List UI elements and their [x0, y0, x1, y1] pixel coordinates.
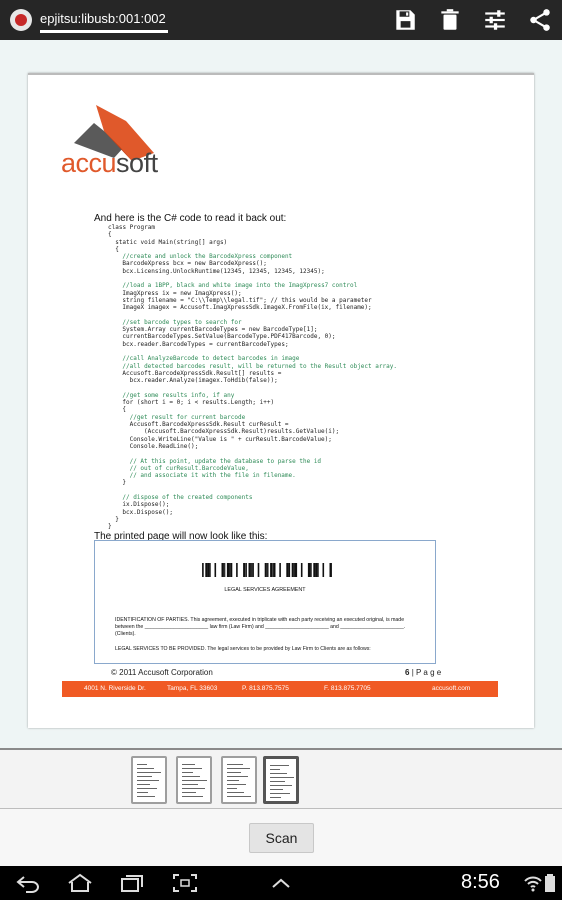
save-icon[interactable] — [392, 7, 418, 33]
scanner-title[interactable]: epjitsu:libusb:001:002 — [40, 11, 166, 26]
code-line: System.Array currentBarcodeTypes = new B… — [122, 326, 318, 334]
share-icon[interactable] — [527, 7, 553, 33]
code-line: // dispose of the created components — [122, 493, 253, 501]
code-line: { — [115, 245, 119, 253]
footer-web: accusoft.com — [432, 685, 471, 692]
code-line: //get result for current barcode — [129, 413, 246, 421]
pdf417-barcode — [202, 563, 332, 577]
title-underline — [40, 30, 168, 33]
intro-text: And here is the C# code to read it back … — [94, 213, 287, 224]
action-bar: epjitsu:libusb:001:002 — [0, 0, 562, 40]
code-line: static void Main(string[] args) — [115, 238, 228, 246]
agreement-title: LEGAL SERVICES AGREEMENT — [224, 587, 306, 593]
app-logo-icon[interactable] — [10, 9, 32, 31]
footer-city: Tampa, FL 33603 — [167, 685, 218, 692]
page-number: 6 | P a g e — [405, 668, 442, 677]
footer-fax: F. 813.875.7705 — [324, 685, 371, 692]
battery-icon — [545, 874, 555, 892]
code-line: ImagXpress ix = new ImagXpress(); — [122, 289, 242, 297]
code-line: } — [122, 479, 127, 487]
code-line: } — [108, 523, 112, 531]
code-line: bcx.Dispose(); — [122, 508, 173, 516]
copyright: © 2011 Accusoft Corporation — [111, 668, 213, 677]
code-line: // and associate it with the file in fil… — [129, 472, 296, 480]
delete-icon[interactable] — [437, 7, 463, 33]
code-line: bcx.reader.Analyze(imagex.ToHdib(false))… — [129, 377, 278, 385]
status-clock: 8:56 — [461, 871, 500, 893]
code-line: BarcodeXpress bcx = new BarcodeXpress(); — [122, 260, 267, 268]
settings-sliders-icon[interactable] — [482, 7, 508, 33]
page-thumbnail[interactable] — [131, 756, 167, 804]
system-bar: 8:56 — [0, 866, 562, 900]
accusoft-wordmark: accusoft — [61, 148, 158, 178]
thumbnail-strip[interactable] — [0, 750, 562, 808]
code-line: Accusoft.BarcodeXpressSdk.Result curResu… — [129, 421, 289, 429]
code-line: //all detected barcodes result, will be … — [122, 362, 397, 370]
code-line: bcx.reader.BarcodeTypes = currentBarcode… — [122, 340, 289, 348]
code-line: (Accusoft.BarcodeXpressSdk.Result)result… — [144, 428, 340, 436]
code-line: ix.Dispose(); — [122, 501, 170, 509]
code-line: //load a 1BPP, black and white image int… — [122, 282, 358, 290]
scan-button[interactable]: Scan — [249, 823, 314, 853]
code-line: //create and unlock the BarcodeXpress co… — [122, 253, 293, 261]
recent-apps-icon[interactable] — [118, 873, 146, 893]
document-preview[interactable]: accusoft And here is the C# code to read… — [0, 40, 562, 748]
chevron-up-icon[interactable] — [268, 873, 294, 893]
code-line: { — [108, 231, 112, 239]
code-line: { — [122, 406, 127, 414]
footer-phone: P. 813.875.7575 — [242, 685, 289, 692]
code-line: for (short i = 0; i < results.Length; i+… — [122, 399, 275, 407]
wifi-icon — [524, 876, 542, 892]
code-line: // out of curResult.BarcodeValue, — [129, 464, 249, 472]
code-line: Console.WriteLine("Value is " + curResul… — [129, 435, 332, 443]
code-line: ImageX imagex = Accusoft.ImagXpressSdk.I… — [122, 304, 372, 312]
bottom-controls: Scan — [0, 809, 562, 866]
identification-paragraph: IDENTIFICATION OF PARTIES. This agreemen… — [115, 617, 406, 637]
code-line: currentBarcodeTypes.SetValue(BarcodeType… — [122, 333, 336, 341]
page-thumbnail[interactable] — [176, 756, 212, 804]
code-line: string filename = "C:\\Temp\\legal.tif";… — [122, 296, 372, 304]
code-line: bcx.Licensing.UnlockRuntime(12345, 12345… — [122, 267, 325, 275]
code-line: // At this point, update the database to… — [129, 457, 322, 465]
scanned-page[interactable]: accusoft And here is the C# code to read… — [28, 73, 534, 728]
code-line: Console.ReadLine(); — [129, 442, 199, 450]
page-thumbnail[interactable] — [263, 756, 299, 804]
code-line: Accusoft.BarcodeXpressSdk.Result[] resul… — [122, 369, 282, 377]
contact-footer: 4001 N. Riverside Dr. Tampa, FL 33603 P.… — [62, 681, 498, 697]
footer-address: 4001 N. Riverside Dr. — [84, 685, 146, 692]
home-icon[interactable] — [66, 873, 94, 893]
code-line: //set barcode types to search for — [122, 318, 242, 326]
code-line: } — [115, 515, 119, 523]
back-icon[interactable] — [14, 873, 42, 893]
code-line: //call AnalyzeBarcode to detect barcodes… — [122, 355, 300, 363]
legal-services-paragraph: LEGAL SERVICES TO BE PROVIDED. The legal… — [115, 646, 371, 652]
printed-page-sample: LEGAL SERVICES AGREEMENT IDENTIFICATION … — [94, 540, 436, 664]
code-line: //get some results info, if any — [122, 391, 235, 399]
code-listing: class Program{static void Main(string[] … — [108, 224, 528, 530]
code-line: class Program — [108, 224, 155, 231]
screenshot-icon[interactable] — [172, 873, 198, 893]
page-thumbnail[interactable] — [221, 756, 257, 804]
